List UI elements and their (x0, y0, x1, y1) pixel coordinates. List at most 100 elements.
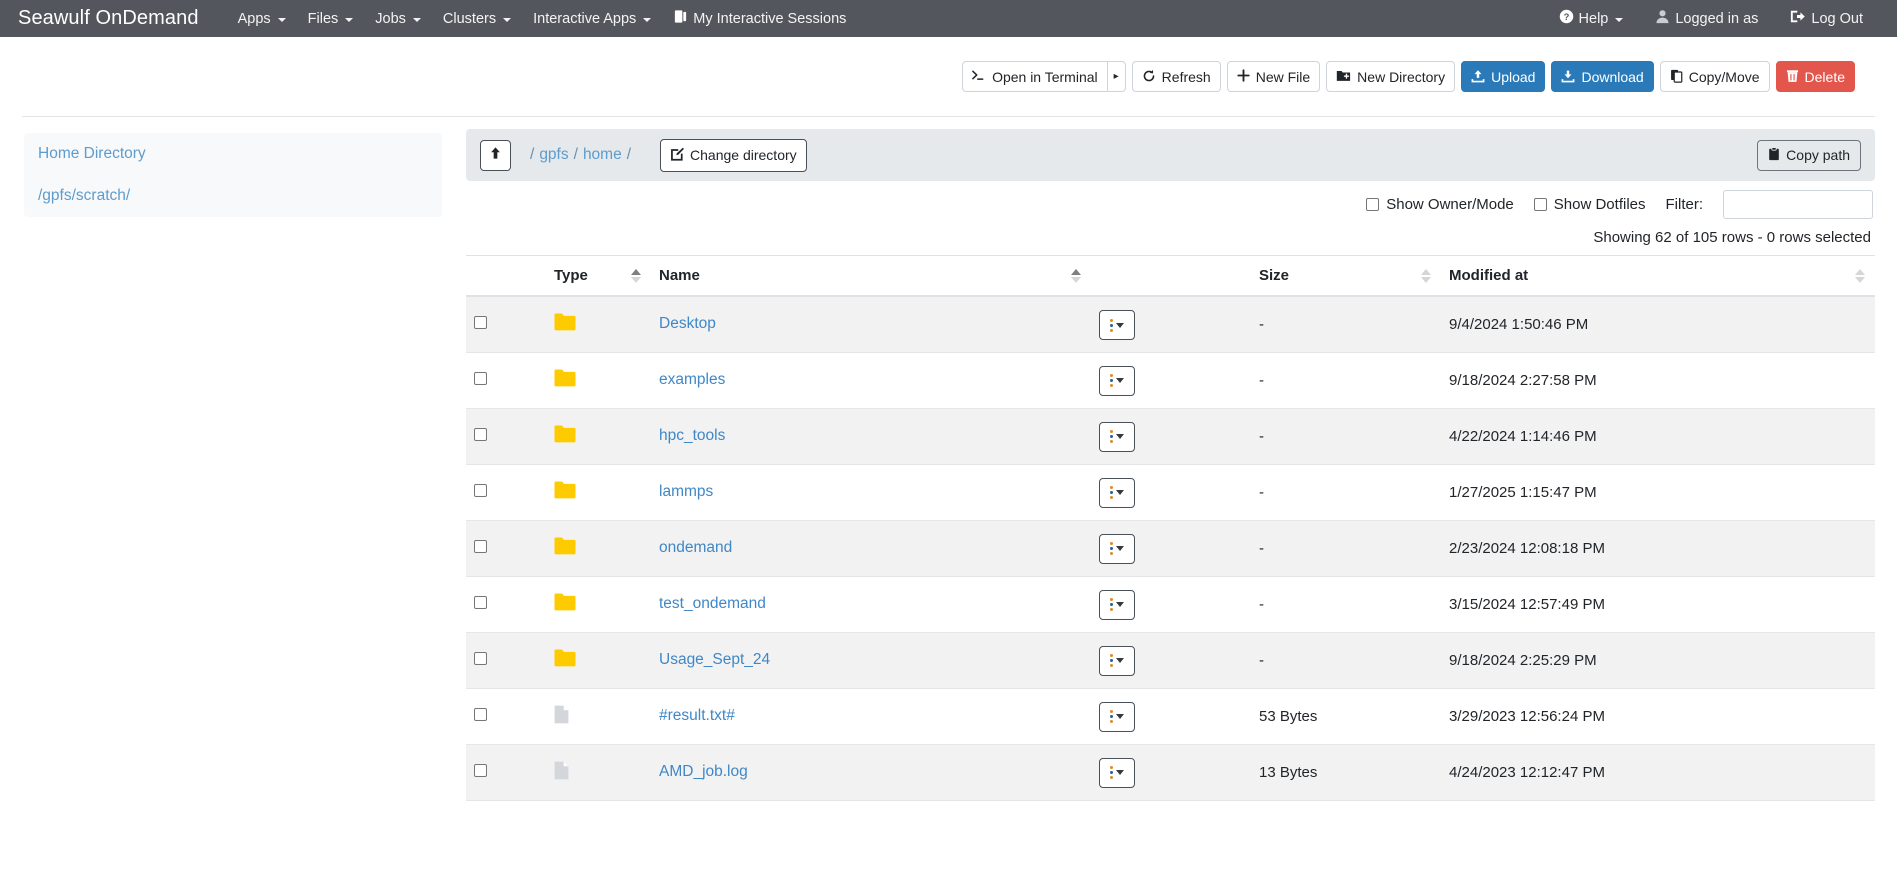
show-owner-mode-checkbox[interactable] (1366, 197, 1380, 211)
row-actions-menu-button[interactable] (1099, 701, 1135, 732)
nav-item-files[interactable]: Files (297, 0, 365, 37)
row-modified-cell: 9/18/2024 2:25:29 PM (1441, 632, 1875, 689)
open-in-terminal-group: Open in Terminal ▸ (956, 61, 1126, 92)
row-select-checkbox[interactable] (474, 763, 487, 777)
kebab-icon (1110, 766, 1113, 780)
table-row[interactable]: ondemand -2/23/2024 12:08:18 PM (466, 520, 1875, 577)
show-owner-mode-toggle[interactable]: Show Owner/Mode (1366, 196, 1514, 213)
open-in-terminal-button[interactable]: Open in Terminal (962, 61, 1108, 92)
filter-input[interactable] (1723, 189, 1873, 219)
row-actions-menu-button[interactable] (1099, 533, 1135, 564)
new-directory-label: New Directory (1357, 68, 1446, 85)
table-row[interactable]: AMD_job.log 13 Bytes 4/24/2023 12:12:47 PM (466, 744, 1875, 801)
table-row[interactable]: #result.txt# 53 Bytes 3/29/2023 12:56:24 P… (466, 688, 1875, 745)
page-body: Home Directory /gpfs/scratch/ / gpfs / h… (0, 117, 1897, 801)
column-label-modified-at: Modified at (1449, 267, 1529, 284)
table-row[interactable]: test_ondemand -3/15/2024 12:57:49 PM (466, 576, 1875, 633)
nav-item-jobs[interactable]: Jobs (364, 0, 432, 37)
row-select-checkbox[interactable] (474, 651, 487, 665)
app-brand[interactable]: Seawulf OnDemand (18, 7, 199, 30)
go-up-directory-button[interactable] (480, 139, 511, 171)
files-table-header-row: Type Name Size Modified at (466, 255, 1875, 297)
rows-info: Showing 62 of 105 rows - 0 rows selected (1593, 229, 1871, 246)
new-directory-button[interactable]: New Directory (1326, 61, 1456, 92)
row-select-checkbox[interactable] (474, 595, 487, 609)
breadcrumb-item-gpfs[interactable]: gpfs (539, 146, 568, 164)
select-all-header (466, 255, 546, 297)
breadcrumb-item-home[interactable]: home (583, 146, 622, 164)
arrow-up-icon (489, 146, 502, 164)
column-header-name[interactable]: Name (651, 255, 1091, 297)
column-header-modified-at[interactable]: Modified at (1441, 255, 1875, 297)
folder-icon (554, 481, 576, 503)
upload-button[interactable]: Upload (1461, 61, 1546, 92)
row-actions-menu-button[interactable] (1099, 365, 1135, 396)
nav-item-logged-in-as[interactable]: Logged in as (1639, 0, 1774, 37)
sidebar-item-gpfs-scratch[interactable]: /gpfs/scratch/ (24, 175, 442, 217)
file-link[interactable]: hpc_tools (659, 427, 725, 444)
file-icon (554, 761, 569, 784)
row-select-checkbox[interactable] (474, 315, 487, 329)
nav-item-help[interactable]: ? Help (1543, 0, 1640, 37)
row-actions-menu-button[interactable] (1099, 421, 1135, 452)
row-actions-cell (1091, 632, 1251, 689)
nav-item-log-out[interactable]: Log Out (1774, 0, 1879, 37)
breadcrumb-separator: / (573, 146, 578, 163)
row-select-checkbox[interactable] (474, 539, 487, 553)
row-modified-cell: 9/18/2024 2:27:58 PM (1441, 352, 1875, 409)
row-select-checkbox[interactable] (474, 427, 487, 441)
nav-item-my-interactive-sessions[interactable]: My Interactive Sessions (662, 0, 857, 37)
table-filters: Show Owner/Mode Show Dotfiles Filter: (466, 181, 1875, 227)
row-type-cell (546, 296, 651, 353)
file-link[interactable]: Usage_Sept_24 (659, 651, 770, 668)
file-link[interactable]: Desktop (659, 315, 716, 332)
clipboard-icon (1768, 146, 1780, 164)
column-header-size[interactable]: Size (1251, 255, 1441, 297)
table-row[interactable]: Usage_Sept_24 -9/18/2024 2:25:29 PM (466, 632, 1875, 689)
copy-move-label: Copy/Move (1688, 68, 1760, 85)
table-row[interactable]: lammps -1/27/2025 1:15:47 PM (466, 464, 1875, 521)
file-link[interactable]: lammps (659, 483, 713, 500)
row-size-cell: - (1251, 408, 1441, 465)
new-file-button[interactable]: New File (1226, 61, 1321, 92)
file-link[interactable]: AMD_job.log (659, 763, 748, 780)
show-dotfiles-toggle[interactable]: Show Dotfiles (1533, 196, 1646, 213)
sidebar-item-label: Home Directory (38, 145, 146, 162)
row-actions-menu-button[interactable] (1099, 589, 1135, 620)
file-link[interactable]: test_ondemand (659, 595, 766, 612)
row-select-cell (466, 520, 546, 577)
table-row[interactable]: Desktop -9/4/2024 1:50:46 PM (466, 296, 1875, 353)
row-type-cell (546, 520, 651, 577)
row-select-checkbox[interactable] (474, 371, 487, 385)
change-directory-button[interactable]: Change directory (660, 138, 807, 172)
nav-item-clusters[interactable]: Clusters (432, 0, 522, 37)
file-link[interactable]: #result.txt# (659, 707, 735, 724)
row-actions-menu-button[interactable] (1099, 645, 1135, 676)
table-row[interactable]: hpc_tools -4/22/2024 1:14:46 PM (466, 408, 1875, 465)
open-in-terminal-dropdown-toggle[interactable]: ▸ (1106, 61, 1126, 92)
row-size-cell: - (1251, 352, 1441, 409)
download-button[interactable]: Download (1551, 61, 1654, 92)
favorites-panel: Home Directory /gpfs/scratch/ (24, 133, 442, 218)
copy-move-button[interactable]: Copy/Move (1659, 61, 1770, 92)
row-actions-menu-button[interactable] (1099, 757, 1135, 788)
show-dotfiles-checkbox[interactable] (1533, 197, 1547, 211)
delete-button[interactable]: Delete (1775, 61, 1855, 92)
svg-text:?: ? (1563, 12, 1569, 22)
chevron-down-icon (1116, 378, 1124, 384)
file-link[interactable]: ondemand (659, 539, 732, 556)
column-header-type[interactable]: Type (546, 255, 651, 297)
row-actions-menu-button[interactable] (1099, 477, 1135, 508)
nav-label-logged-in-as: Logged in as (1675, 10, 1759, 27)
nav-item-apps[interactable]: Apps (227, 0, 297, 37)
refresh-button[interactable]: Refresh (1131, 61, 1221, 92)
row-actions-cell (1091, 352, 1251, 409)
sidebar-item-home-directory[interactable]: Home Directory (24, 133, 442, 175)
table-row[interactable]: examples -9/18/2024 2:27:58 PM (466, 352, 1875, 409)
file-link[interactable]: examples (659, 371, 725, 388)
copy-path-button[interactable]: Copy path (1757, 139, 1861, 171)
row-select-checkbox[interactable] (474, 483, 487, 497)
nav-item-interactive-apps[interactable]: Interactive Apps (522, 0, 662, 37)
row-actions-menu-button[interactable] (1099, 310, 1135, 340)
row-select-checkbox[interactable] (474, 707, 487, 721)
